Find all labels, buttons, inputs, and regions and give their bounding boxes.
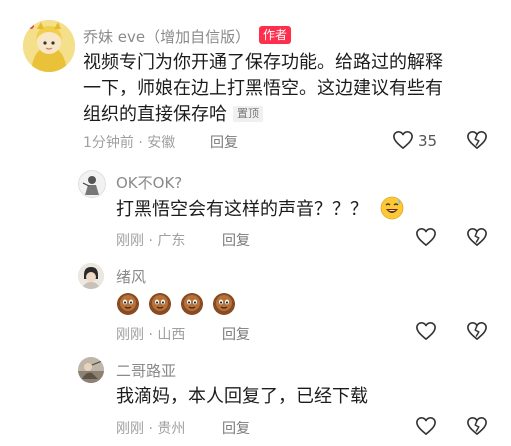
avatar-user[interactable] (78, 263, 104, 289)
comment-text: 我滴妈，本人回复了，已经下载 (116, 386, 368, 407)
comment-author-name[interactable]: 二哥路亚 (116, 360, 176, 381)
time-location: 刚刚 · 广东 (116, 233, 186, 249)
cookie-emoji-icon (180, 292, 204, 320)
like-icon[interactable] (415, 227, 437, 247)
cookie-emoji-icon (148, 292, 172, 320)
comment-text: 视频专门为你开通了保存功能。给路过的解释 一下，师娘在边上打黑悟空。这边建议有些… (83, 50, 503, 128)
reply-button[interactable]: 回复 (222, 324, 250, 344)
comment-text-line: 视频专门为你开通了保存功能。给路过的解释 (83, 52, 443, 73)
like-count: 35 (418, 132, 438, 150)
comment-text-line: 一下，师娘在边上打黑悟空。这边建议有些有 (83, 78, 443, 99)
comment-author-name[interactable]: 绪风 (116, 266, 146, 287)
author-badge: 作者 (259, 26, 292, 44)
comment-text-line-end: 组织的直接保存哈 (83, 104, 227, 125)
reply-button[interactable]: 回复 (222, 418, 250, 438)
dislike-icon[interactable] (466, 227, 488, 247)
like-icon[interactable] (392, 130, 414, 150)
pinned-badge: 置顶 (233, 106, 263, 122)
time-location: 1分钟前 · 安徽 (83, 135, 176, 151)
reply-button[interactable]: 回复 (210, 132, 238, 152)
avatar-author[interactable] (23, 20, 75, 72)
dislike-icon[interactable] (466, 130, 488, 150)
cookie-emoji-icon (212, 292, 236, 320)
time-location: 刚刚 · 贵州 (116, 421, 186, 437)
dislike-icon[interactable] (466, 416, 488, 436)
cookie-emoji-icon (116, 292, 140, 320)
like-icon[interactable] (415, 321, 437, 341)
avatar-user[interactable] (78, 357, 104, 383)
reply-button[interactable]: 回复 (222, 230, 250, 250)
like-icon[interactable] (415, 416, 437, 436)
comment-text-line: 组织的直接保存哈 置顶 (83, 102, 503, 128)
emoji-row (116, 292, 236, 318)
comment-text-body: 打黑悟空会有这样的声音？？？ (116, 199, 368, 220)
avatar-user[interactable] (78, 170, 106, 198)
sweat-smile-emoji-icon (380, 196, 404, 228)
dislike-icon[interactable] (466, 321, 488, 341)
comment-author-name[interactable]: 乔妹 eve（增加自信版） (83, 26, 250, 47)
comment-author-name[interactable]: OK不OK? (116, 172, 182, 193)
comment-text: 打黑悟空会有这样的声音？？？ (116, 196, 404, 228)
time-location: 刚刚 · 山西 (116, 327, 186, 343)
